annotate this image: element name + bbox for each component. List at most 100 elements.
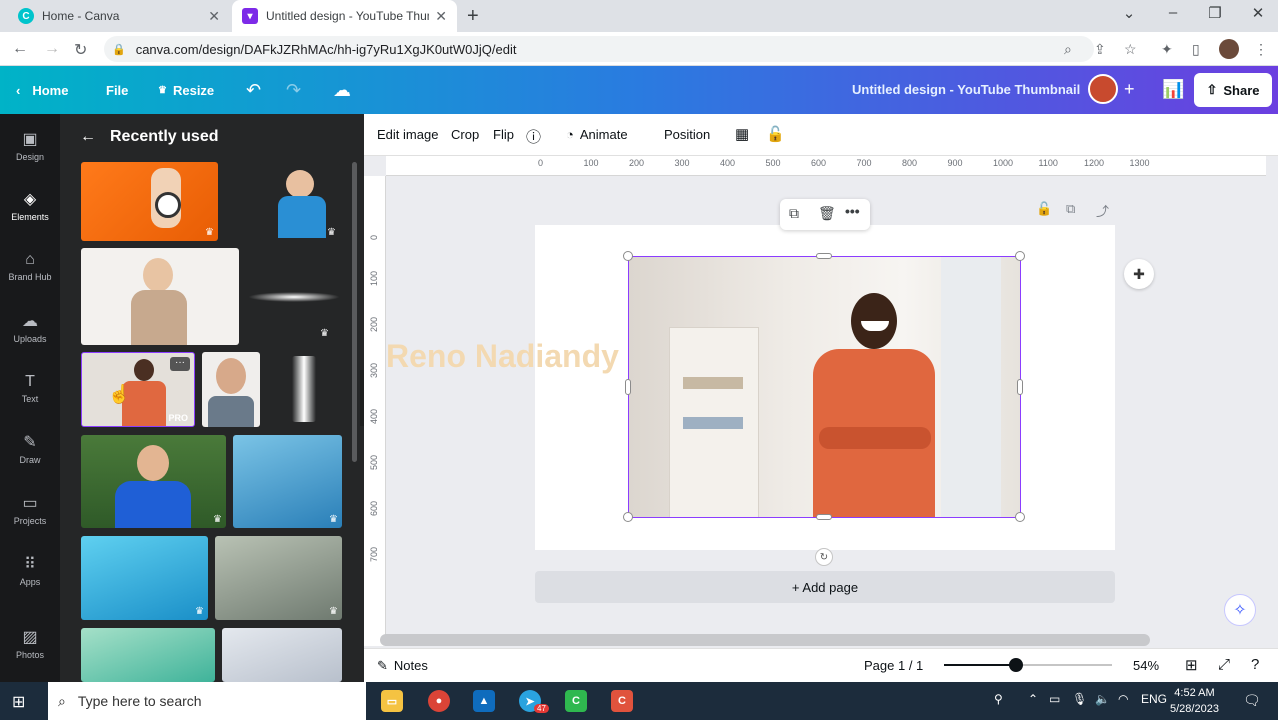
bookmark-star-icon[interactable]: ☆ [1124, 41, 1137, 58]
volume-icon[interactable]: 🔈 [1095, 692, 1110, 706]
share-page-icon[interactable]: ⇪ [1094, 41, 1106, 58]
page-lock-icon[interactable]: 🔓 [1036, 201, 1052, 217]
tab-untitled-design[interactable]: ▾ Untitled design - YouTube Thumb ✕ [232, 0, 457, 32]
tab-search-icon[interactable]: ⌄ [1118, 4, 1140, 22]
profile-avatar[interactable] [1219, 39, 1239, 59]
wifi-icon[interactable]: ◠ [1118, 692, 1128, 706]
camtasia-green-icon[interactable]: C [565, 690, 587, 712]
flip-button[interactable]: Flip [493, 127, 514, 142]
close-window-icon[interactable]: ✕ [1247, 4, 1269, 22]
trash-icon[interactable]: 🗑 [818, 205, 836, 222]
rail-item-design[interactable]: ▣ Design [0, 130, 60, 162]
thumbnail-light-bar[interactable] [292, 356, 316, 422]
resize-handle-bottom-right[interactable] [1015, 512, 1025, 522]
rotate-icon[interactable]: ↻ [815, 548, 833, 566]
resize-handle-bottom-left[interactable] [623, 512, 633, 522]
close-tab-icon[interactable]: ✕ [435, 8, 447, 25]
photos-app-icon[interactable]: ▲ [473, 690, 495, 712]
thumbnail-rain-blue[interactable]: ♛ [233, 435, 342, 528]
fullscreen-icon[interactable]: ⤢ [1218, 656, 1230, 673]
tray-chevron-icon[interactable]: ⌃ [1028, 692, 1038, 706]
thumbnail-pointing-man[interactable]: ♛ [260, 162, 340, 241]
people-icon[interactable]: ⚲ [994, 692, 1003, 706]
minimize-icon[interactable]: – [1162, 4, 1184, 21]
add-page-icon[interactable]: ⤴ [1096, 201, 1109, 220]
browser-menu-icon[interactable]: ⋮ [1254, 41, 1268, 58]
overlay-name-text[interactable]: Reno Nadiandy [386, 338, 619, 375]
crop-button[interactable]: Crop [451, 127, 479, 142]
resize-handle-right[interactable] [1017, 379, 1023, 395]
more-icon[interactable]: ••• [845, 203, 860, 219]
magic-assistant-icon[interactable]: ✧ [1224, 594, 1256, 626]
back-icon[interactable]: ← [12, 40, 28, 58]
share-button[interactable]: ⇧ Share [1194, 73, 1272, 107]
zoom-percentage[interactable]: 54% [1133, 658, 1159, 673]
animate-button[interactable]: ◔ Animate [566, 127, 628, 142]
rail-item-draw[interactable]: ✎ Draw [0, 433, 60, 465]
edit-image-button[interactable]: Edit image [377, 127, 438, 142]
grid-view-icon[interactable]: ⊞ [1185, 656, 1198, 674]
resize-handle-top[interactable] [816, 253, 832, 259]
thumbnail-smiling-man-selected[interactable]: ··· PRO [81, 352, 195, 427]
thumbnail-grey-drops[interactable] [222, 628, 342, 682]
taskbar-clock[interactable]: 4:52 AM 5/28/2023 [1170, 685, 1219, 717]
cloud-save-icon[interactable]: ☁ [333, 80, 351, 101]
windows-start-icon[interactable]: ⊞ [12, 692, 25, 712]
horizontal-scrollbar[interactable] [380, 634, 1150, 646]
file-explorer-icon[interactable]: ▭ [381, 690, 403, 712]
thumbnail-rain-window[interactable]: ♛ [215, 536, 342, 620]
file-menu-button[interactable]: File [106, 66, 128, 114]
user-avatar[interactable] [1088, 74, 1118, 104]
home-button[interactable]: ‹ Home [16, 66, 68, 114]
position-button[interactable]: Position [664, 127, 710, 142]
design-title[interactable]: Untitled design - YouTube Thumbnail [852, 82, 1080, 97]
thumbnail-surprised-woman[interactable] [81, 248, 239, 345]
new-tab-icon[interactable]: + [467, 5, 479, 28]
notifications-icon[interactable]: 🗨 [1243, 692, 1261, 709]
taskbar-search-field[interactable]: ⌕ Type here to search [48, 682, 366, 720]
extensions-icon[interactable]: ✦ [1161, 41, 1173, 58]
add-page-button[interactable]: + Add page [535, 571, 1115, 603]
duplicate-icon[interactable]: ⧉ [789, 205, 799, 222]
resize-handle-bottom[interactable] [816, 514, 832, 520]
comment-add-icon[interactable]: ✚ [1124, 259, 1154, 289]
transparency-icon[interactable]: ▦ [735, 125, 749, 143]
close-tab-icon[interactable]: ✕ [208, 8, 220, 25]
rail-item-brand-hub[interactable]: ⌂ Brand Hub [0, 250, 60, 282]
rail-item-projects[interactable]: ▭ Projects [0, 494, 60, 526]
add-collaborator-icon[interactable]: + [1124, 79, 1135, 100]
rail-item-apps[interactable]: ⠿ Apps [0, 555, 60, 587]
resize-handle-left[interactable] [625, 379, 631, 395]
battery-icon[interactable]: ▭ [1049, 692, 1060, 706]
sidebar-icon[interactable]: ▯ [1192, 41, 1200, 58]
page-indicator[interactable]: Page 1 / 1 [864, 658, 923, 673]
undo-icon[interactable]: ↶ [246, 80, 261, 101]
redo-icon[interactable]: ↷ [286, 80, 301, 101]
zoom-icon[interactable]: ⌕ [1064, 41, 1072, 58]
resize-handle-top-left[interactable] [623, 251, 633, 261]
duplicate-page-icon[interactable]: ⧉ [1066, 201, 1075, 217]
forward-icon[interactable]: → [44, 40, 60, 58]
thumbnail-green-drops[interactable] [81, 628, 215, 682]
camtasia-red-icon[interactable]: C [611, 690, 633, 712]
language-indicator[interactable]: ENG [1141, 692, 1167, 706]
thumbnail-man-blue-shirt[interactable]: ♛ [81, 435, 226, 528]
restore-icon[interactable]: ❐ [1204, 4, 1226, 22]
more-options-icon[interactable]: ··· [170, 357, 190, 371]
url-field[interactable]: 🔒 canva.com/design/DAFkJZRhMAc/hh-ig7yRu… [104, 36, 1094, 62]
microphone-icon[interactable]: 🎙 [1072, 692, 1087, 706]
help-icon[interactable]: ? [1251, 656, 1259, 673]
thumbnail-water-drops-cyan[interactable]: ♛ [81, 536, 208, 620]
lock-icon[interactable]: 🔓 [766, 125, 785, 143]
tab-home-canva[interactable]: C Home - Canva ✕ [8, 0, 230, 32]
rail-item-photos[interactable]: ▨ Photos [0, 628, 60, 660]
thumbnail-light-streak[interactable] [248, 292, 340, 302]
chrome-icon[interactable]: ● [428, 690, 450, 712]
thumbnail-grey-hair-man[interactable] [202, 352, 260, 427]
resize-handle-top-right[interactable] [1015, 251, 1025, 261]
selected-photo[interactable] [628, 256, 1021, 518]
back-arrow-icon[interactable]: ← [80, 128, 96, 146]
notes-button[interactable]: ✎ Notes [377, 658, 428, 674]
rail-item-text[interactable]: T Text [0, 372, 60, 404]
panel-scrollbar[interactable] [352, 162, 357, 462]
